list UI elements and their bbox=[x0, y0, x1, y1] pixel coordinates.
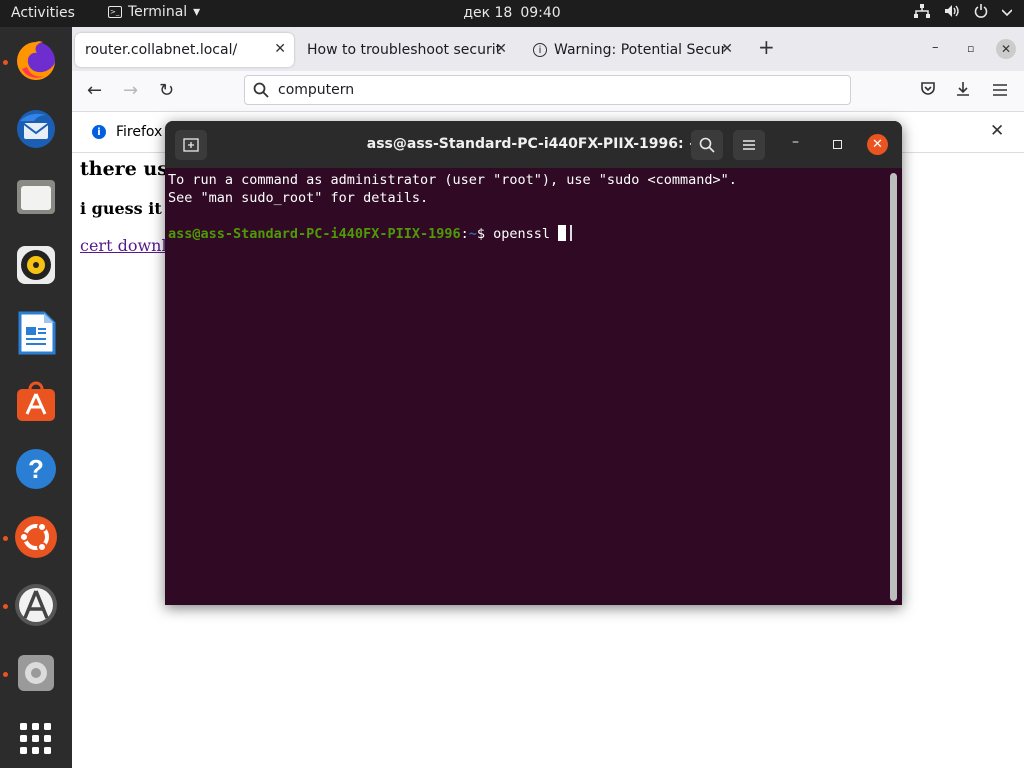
top-bar: Activities >_ Terminal ▾ дек 18 09:40 bbox=[0, 0, 1024, 27]
network-icon[interactable] bbox=[914, 4, 930, 22]
tab-label: router.collabnet.local/ bbox=[85, 42, 238, 58]
rhythmbox-icon[interactable] bbox=[12, 241, 60, 289]
close-icon[interactable]: ✕ bbox=[990, 121, 1004, 141]
running-indicator bbox=[3, 672, 8, 677]
prompt-symbol: $ bbox=[476, 226, 494, 242]
prompt-user: ass@ass-Standard-PC-i440FX-PIIX-1996 bbox=[168, 226, 461, 242]
terminal-window: ass@ass-Standard-PC-i440FX-PIIX-1996: ~ … bbox=[165, 121, 902, 605]
page-subheading: i guess it bbox=[80, 199, 162, 218]
close-icon[interactable]: ✕ bbox=[721, 41, 733, 57]
close-button[interactable]: ✕ bbox=[867, 134, 888, 155]
tab-router[interactable]: router.collabnet.local/ ✕ bbox=[75, 33, 294, 67]
files-icon[interactable] bbox=[12, 173, 60, 221]
prompt-path: ~ bbox=[468, 226, 477, 242]
power-icon[interactable] bbox=[974, 4, 988, 22]
prompt-separator: : bbox=[460, 226, 469, 242]
ubuntu-software-icon[interactable] bbox=[12, 377, 60, 425]
terminal-line: To run a command as administrator (user … bbox=[168, 172, 737, 188]
browser-tab-strip: router.collabnet.local/ ✕ How to trouble… bbox=[72, 27, 1024, 71]
url-text: computern bbox=[278, 82, 355, 98]
help-icon[interactable]: ? bbox=[12, 445, 60, 493]
libreoffice-writer-icon[interactable] bbox=[12, 309, 60, 357]
terminal-scrollbar[interactable] bbox=[890, 173, 897, 601]
terminal-line: See "man sudo_root" for details. bbox=[168, 190, 429, 206]
clock-time: 09:40 bbox=[520, 5, 561, 21]
cert-download-link[interactable]: cert downl bbox=[80, 236, 168, 255]
tab-warning[interactable]: i Warning: Potential Secur ✕ bbox=[523, 33, 741, 67]
search-icon bbox=[253, 82, 269, 98]
hamburger-menu-icon[interactable] bbox=[733, 130, 765, 160]
clock-date: дек 18 bbox=[463, 5, 513, 21]
close-icon[interactable]: ✕ bbox=[495, 41, 507, 57]
menu-icon[interactable] bbox=[992, 81, 1008, 102]
running-indicator bbox=[3, 536, 8, 541]
forward-icon[interactable]: → bbox=[123, 80, 138, 101]
close-window-button[interactable]: ✕ bbox=[996, 39, 1016, 59]
show-applications-icon[interactable] bbox=[12, 715, 60, 763]
minimize-button[interactable]: – bbox=[932, 40, 939, 55]
tab-label: Warning: Potential Secur bbox=[554, 42, 727, 58]
maximize-button[interactable] bbox=[833, 140, 842, 149]
web-page-content: there us i guess it cert downl bbox=[80, 158, 168, 255]
close-icon[interactable]: ✕ bbox=[274, 41, 286, 57]
tab-troubleshoot[interactable]: How to troubleshoot securit ✕ bbox=[297, 33, 515, 67]
dock: ? bbox=[0, 27, 72, 768]
reload-icon[interactable]: ↻ bbox=[159, 80, 174, 101]
running-indicator bbox=[3, 604, 8, 609]
software-updater-icon[interactable] bbox=[12, 581, 60, 629]
minimize-button[interactable]: – bbox=[792, 134, 799, 150]
clock[interactable]: дек 18 09:40 bbox=[0, 5, 1024, 21]
terminal-output[interactable]: To run a command as administrator (user … bbox=[168, 171, 888, 601]
info-icon: i bbox=[533, 43, 547, 57]
system-tray[interactable] bbox=[914, 4, 1013, 22]
pocket-icon[interactable] bbox=[920, 81, 936, 102]
command-input[interactable]: openssl bbox=[493, 226, 558, 242]
thunderbird-icon[interactable] bbox=[12, 105, 60, 153]
firefox-icon[interactable] bbox=[12, 37, 60, 85]
terminal-header-bar[interactable]: ass@ass-Standard-PC-i440FX-PIIX-1996: ~ … bbox=[165, 121, 902, 168]
search-icon[interactable] bbox=[691, 130, 723, 160]
ubuntu-icon[interactable] bbox=[12, 513, 60, 561]
downloads-icon[interactable] bbox=[955, 81, 971, 102]
notification-text: Firefox bbox=[116, 124, 163, 140]
text-cursor bbox=[558, 225, 567, 241]
volume-icon[interactable] bbox=[944, 4, 960, 22]
tab-label: How to troubleshoot securit bbox=[307, 42, 502, 58]
running-indicator bbox=[3, 60, 8, 65]
svg-text:?: ? bbox=[28, 454, 44, 484]
back-icon[interactable]: ← bbox=[87, 80, 102, 101]
url-bar[interactable]: computern bbox=[244, 75, 851, 105]
new-tab-button[interactable]: + bbox=[758, 35, 775, 59]
page-heading: there us bbox=[80, 158, 168, 180]
settings-icon[interactable] bbox=[12, 649, 60, 697]
chevron-down-icon[interactable] bbox=[1001, 5, 1013, 21]
i-beam-cursor-icon bbox=[570, 225, 576, 241]
info-icon: i bbox=[92, 125, 106, 139]
maximize-button[interactable]: ▫ bbox=[967, 42, 974, 55]
